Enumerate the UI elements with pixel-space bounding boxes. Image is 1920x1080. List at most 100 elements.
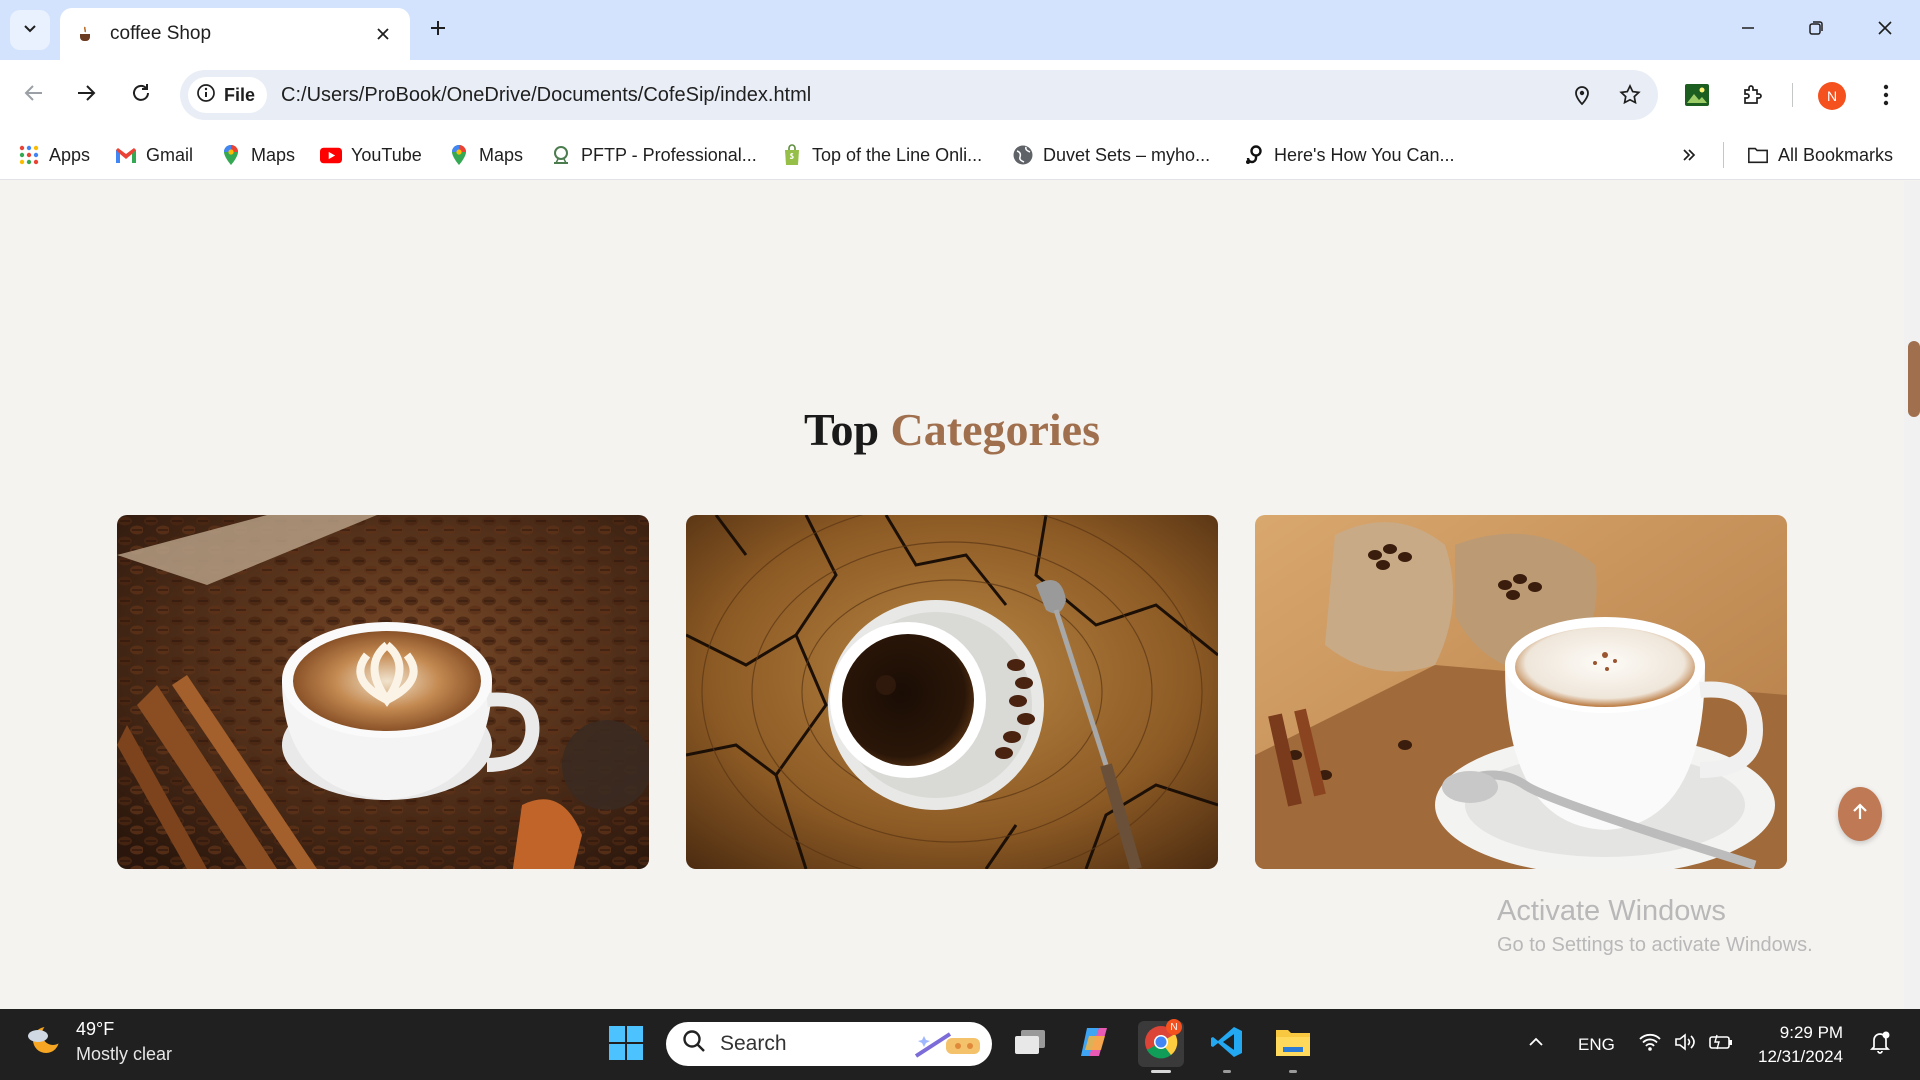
task-view-button[interactable] bbox=[1007, 1021, 1053, 1067]
weather-widget[interactable]: 49°F Mostly clear bbox=[26, 1019, 172, 1065]
site-info-label: File bbox=[224, 84, 256, 105]
section-title-accent: Categories bbox=[890, 404, 1101, 455]
system-tray-status[interactable] bbox=[1638, 1009, 1734, 1080]
notification-bell-icon bbox=[1868, 1029, 1892, 1060]
new-tab-button[interactable] bbox=[420, 12, 456, 48]
minimize-button[interactable] bbox=[1715, 0, 1781, 60]
category-card-latte[interactable] bbox=[117, 515, 649, 869]
tab-title: coffee Shop bbox=[110, 23, 212, 44]
bookmarks-overflow-button[interactable] bbox=[1678, 141, 1700, 169]
scrollbar-thumb[interactable] bbox=[1908, 341, 1920, 417]
file-explorer-taskbar-button[interactable] bbox=[1270, 1021, 1316, 1073]
copilot-button[interactable] bbox=[1071, 1021, 1117, 1067]
bookmark-gmail[interactable]: Gmail bbox=[115, 141, 193, 169]
close-window-button[interactable] bbox=[1852, 0, 1918, 60]
forward-button[interactable] bbox=[66, 75, 106, 115]
maps-pin-icon bbox=[448, 144, 470, 166]
youtube-icon bbox=[320, 144, 342, 166]
gmail-icon bbox=[115, 144, 137, 166]
apps-grid-icon bbox=[18, 144, 40, 166]
bookmark-label: YouTube bbox=[351, 144, 422, 165]
taskbar-clock[interactable]: 9:29 PM 12/31/2024 bbox=[1758, 1021, 1843, 1069]
page-scrollbar[interactable] bbox=[1904, 181, 1920, 1009]
browser-tab[interactable]: coffee Shop bbox=[60, 8, 410, 60]
clock-date: 12/31/2024 bbox=[1758, 1047, 1844, 1066]
double-chevron-right-icon bbox=[1678, 144, 1700, 166]
chrome-profile-badge: N bbox=[1166, 1019, 1182, 1035]
bookmark-label: Apps bbox=[49, 144, 91, 165]
running-indicator bbox=[1289, 1070, 1297, 1073]
extensions-puzzle-icon[interactable] bbox=[1733, 75, 1773, 115]
bookmark-maps-2[interactable]: Maps bbox=[448, 141, 523, 169]
category-card-cappuccino[interactable] bbox=[1255, 515, 1787, 869]
bookmark-label: PFTP - Professional... bbox=[581, 144, 757, 165]
weather-condition: Mostly clear bbox=[76, 1044, 173, 1064]
back-button[interactable] bbox=[14, 75, 54, 115]
url-text[interactable]: C:/Users/ProBook/OneDrive/Documents/Cofe… bbox=[281, 84, 811, 107]
windows-logo-icon bbox=[608, 1026, 644, 1065]
bookmark-pftp[interactable]: PFTP - Professional... bbox=[550, 141, 757, 169]
bookmark-star-icon[interactable] bbox=[1612, 77, 1648, 113]
copilot-icon bbox=[1077, 1026, 1111, 1063]
globe-icon bbox=[1012, 144, 1034, 166]
bookmarks-bar: Apps Gmail Maps YouTube Maps PFTP - Prof… bbox=[0, 130, 1920, 180]
image-extension-icon[interactable] bbox=[1677, 75, 1717, 115]
profile-avatar[interactable]: N bbox=[1818, 82, 1846, 110]
pftp-icon bbox=[550, 144, 572, 166]
bookmark-label: Duvet Sets – myho... bbox=[1043, 144, 1211, 165]
show-hidden-icons-button[interactable] bbox=[1526, 1009, 1546, 1080]
all-bookmarks-label: All Bookmarks bbox=[1778, 144, 1894, 165]
toolbar-divider bbox=[1792, 83, 1793, 107]
bookmark-top-of-the-line[interactable]: Top of the Line Onli... bbox=[781, 141, 982, 169]
watermark-subtitle: Go to Settings to activate Windows. bbox=[1497, 934, 1813, 956]
arrow-right-icon bbox=[75, 82, 97, 109]
section-title: Top Categories bbox=[0, 403, 1904, 456]
wifi-icon bbox=[1638, 1032, 1662, 1057]
arrow-left-icon bbox=[23, 82, 45, 109]
restore-button[interactable] bbox=[1783, 0, 1849, 60]
tab-strip: coffee Shop bbox=[0, 0, 1920, 60]
all-bookmarks-button[interactable]: All Bookmarks bbox=[1747, 141, 1893, 169]
coffee-favicon-icon bbox=[76, 24, 96, 44]
notifications-button[interactable] bbox=[1868, 1009, 1892, 1080]
reload-button[interactable] bbox=[121, 75, 161, 115]
language-indicator[interactable]: ENG bbox=[1578, 1009, 1615, 1080]
bookmark-maps[interactable]: Maps bbox=[220, 141, 295, 169]
search-highlight-icon bbox=[910, 1028, 984, 1066]
tab-close-icon[interactable] bbox=[370, 21, 396, 47]
folder-icon bbox=[1747, 144, 1769, 166]
vscode-taskbar-button[interactable] bbox=[1204, 1021, 1250, 1073]
watermark-title: Activate Windows bbox=[1497, 895, 1726, 927]
cappuccino-image bbox=[1255, 515, 1787, 869]
location-pin-icon[interactable] bbox=[1564, 77, 1600, 113]
task-view-icon bbox=[1013, 1028, 1047, 1061]
arrow-up-icon bbox=[1850, 802, 1870, 827]
chrome-taskbar-button[interactable]: N bbox=[1138, 1019, 1184, 1073]
back-to-top-button[interactable] bbox=[1838, 787, 1882, 841]
site-info-chip[interactable]: File bbox=[188, 77, 268, 113]
windows-taskbar: 49°F Mostly clear Search N ENG 9:29 PM 1… bbox=[0, 1009, 1920, 1080]
start-button[interactable] bbox=[608, 1025, 644, 1061]
bookmark-youtube[interactable]: YouTube bbox=[320, 141, 422, 169]
minimize-icon bbox=[1740, 20, 1756, 41]
menu-kebab-icon[interactable] bbox=[1866, 75, 1906, 115]
address-bar[interactable]: File C:/Users/ProBook/OneDrive/Documents… bbox=[180, 70, 1658, 120]
maps-pin-icon bbox=[220, 144, 242, 166]
category-card-black-coffee[interactable] bbox=[686, 515, 1218, 869]
bookmark-duvet-sets[interactable]: Duvet Sets – myho... bbox=[1012, 141, 1210, 169]
bookmark-label: Here's How You Can... bbox=[1274, 144, 1455, 165]
bookmark-label: Maps bbox=[251, 144, 296, 165]
black-coffee-image bbox=[686, 515, 1218, 869]
folder-icon bbox=[1275, 1027, 1311, 1062]
battery-charging-icon bbox=[1708, 1032, 1734, 1057]
plus-icon bbox=[428, 18, 448, 43]
bookmark-apps[interactable]: Apps bbox=[18, 141, 90, 169]
moon-cloud-icon bbox=[26, 1022, 64, 1063]
vscode-icon bbox=[1210, 1025, 1244, 1064]
active-indicator bbox=[1151, 1070, 1171, 1073]
taskbar-search[interactable]: Search bbox=[666, 1022, 992, 1066]
restore-icon bbox=[1808, 20, 1824, 41]
bookmark-heres-how[interactable]: Here's How You Can... bbox=[1243, 141, 1455, 169]
bookmark-label: Maps bbox=[479, 144, 524, 165]
tab-search-button[interactable] bbox=[10, 10, 50, 50]
